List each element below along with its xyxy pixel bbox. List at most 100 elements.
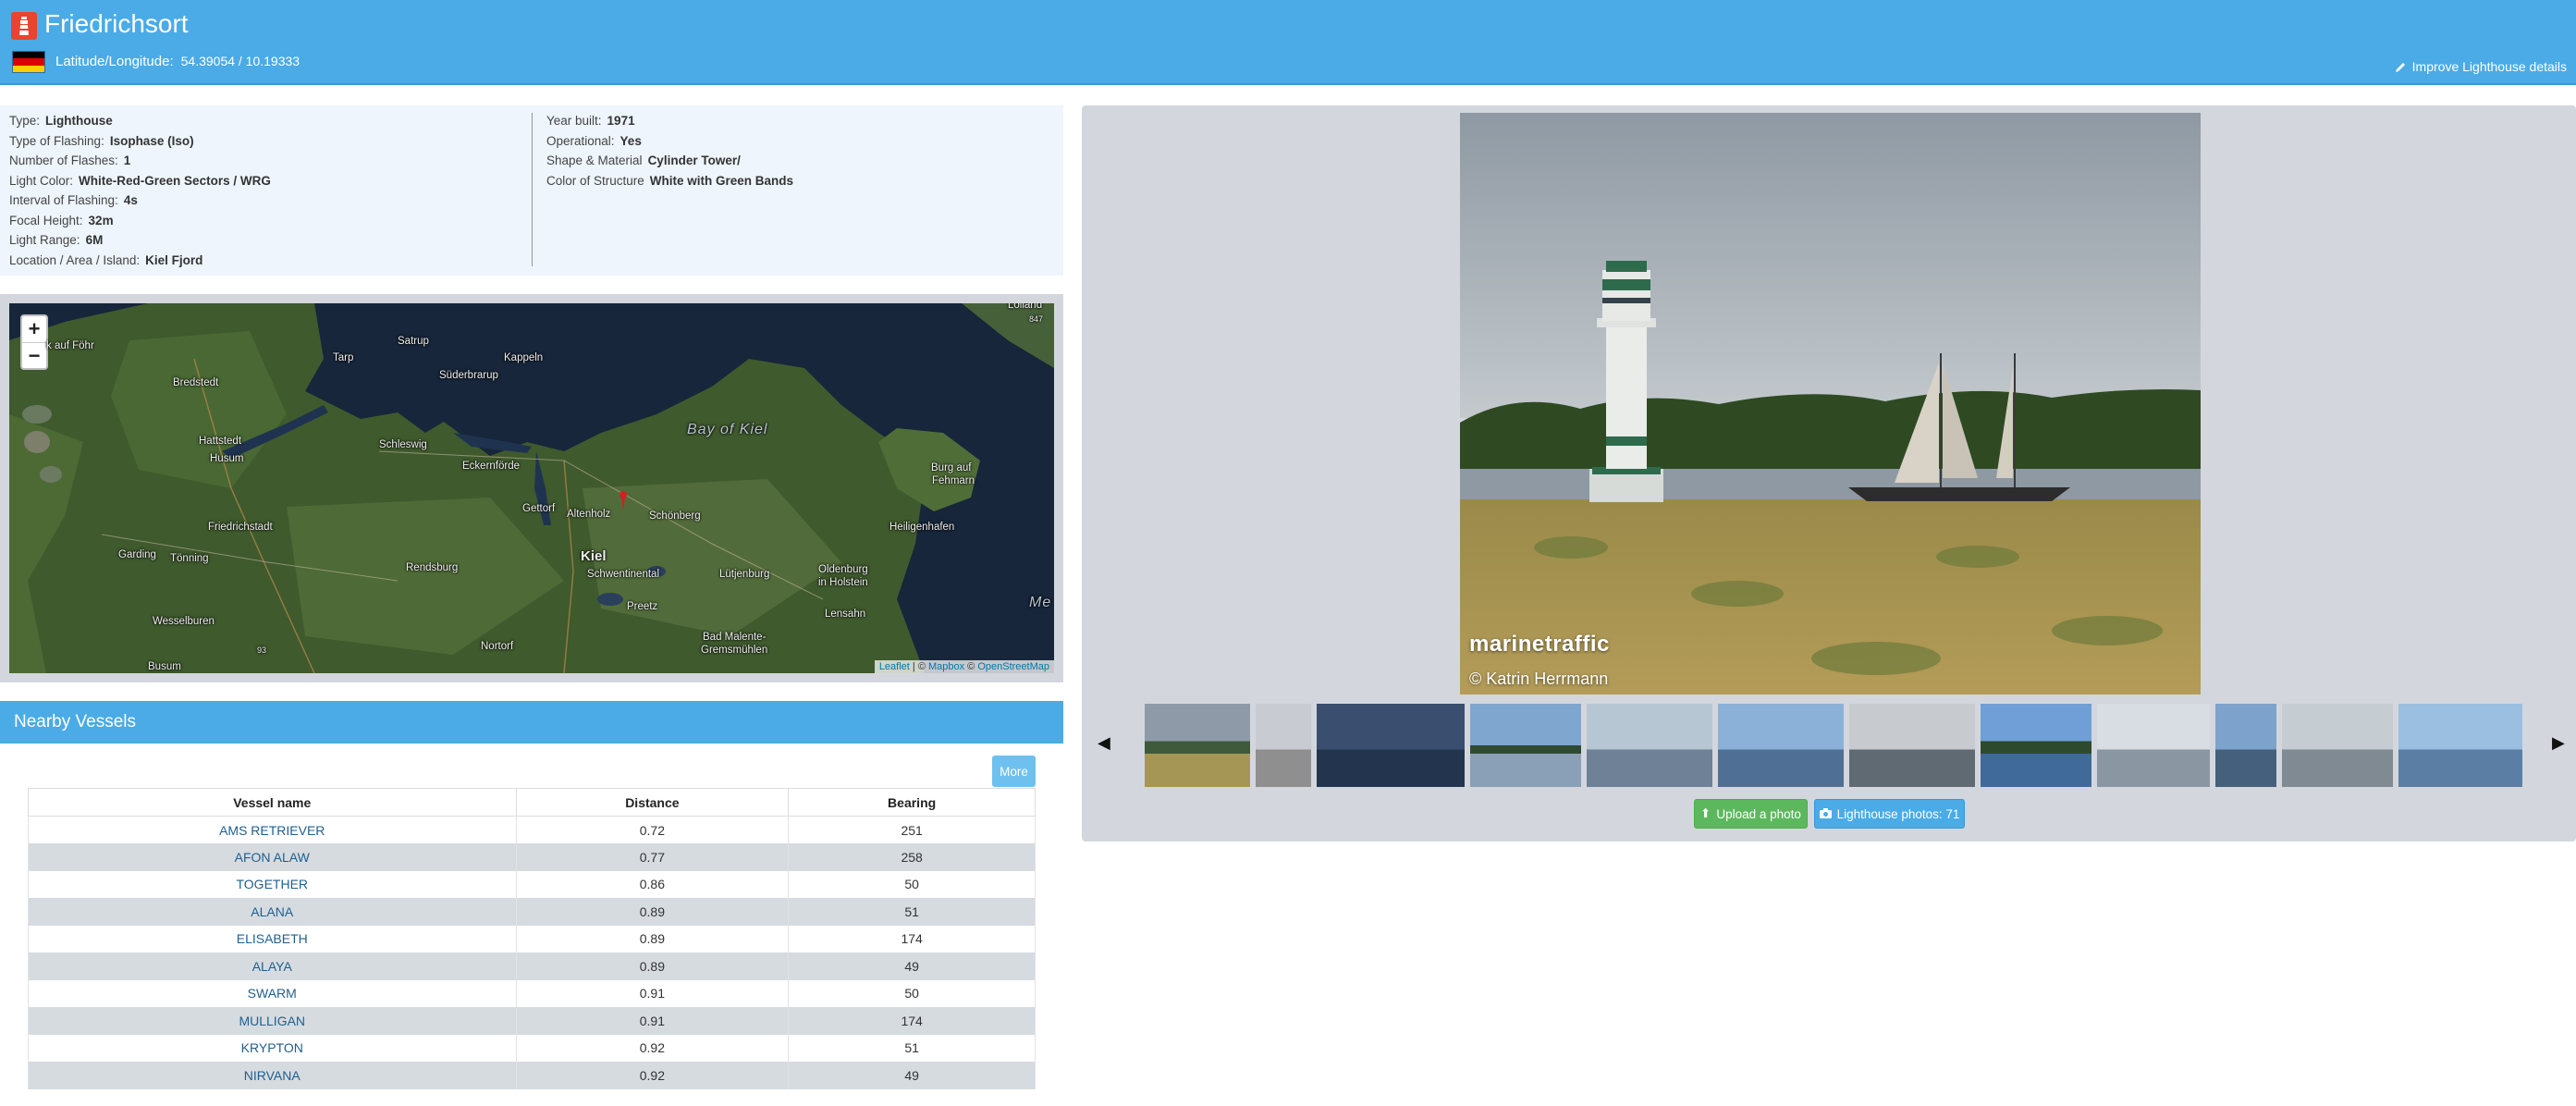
map-label: Schwentinental <box>587 569 659 580</box>
detail-row: Type of Flashing: Isophase (Iso) <box>9 133 194 148</box>
photo-thumbnail[interactable] <box>1849 704 1975 787</box>
map-label: Gremsmühlen <box>701 645 768 656</box>
nearby-vessels-title: Nearby Vessels <box>0 701 1063 743</box>
vessel-name-link[interactable]: ELISABETH <box>28 925 517 952</box>
satellite-map[interactable]: + − Lolland 847 k auf Föhr Tarp Satrup K… <box>9 303 1054 673</box>
lighthouse-photos-button[interactable]: Lighthouse photos: 71 <box>1814 799 1965 829</box>
photo-credit: © Katrin Herrmann <box>1469 670 1609 688</box>
table-row: NIRVANA 0.92 49 <box>28 1062 1036 1089</box>
vessel-name-link[interactable]: SWARM <box>28 979 517 1007</box>
map-label: Süderbrarup <box>439 370 498 381</box>
vessel-name-link[interactable]: AMS RETRIEVER <box>28 816 517 843</box>
details-left-column: Type: Lighthouse Type of Flashing: Isophas… <box>9 111 271 270</box>
map-label: Garding <box>118 549 156 560</box>
nearby-vessels-table: Vessel name Distance Bearing AMS RETRIEV… <box>28 788 1036 1089</box>
photo-thumbnail[interactable] <box>1256 704 1311 787</box>
table-row: SWARM 0.91 50 <box>28 979 1036 1007</box>
detail-row: Color of Structure White with Green Bands <box>546 173 794 188</box>
map-label: Burg auf <box>931 462 972 473</box>
table-row: AFON ALAW 0.77 258 <box>28 843 1036 871</box>
leaflet-link[interactable]: Leaflet <box>879 661 910 672</box>
map-label: in Holstein <box>818 577 868 588</box>
map-label: Satrup <box>398 336 429 347</box>
country-flag-icon <box>12 51 45 73</box>
photo-thumbnail[interactable] <box>2282 704 2393 787</box>
column-header: Bearing <box>788 788 1036 817</box>
improve-details-link[interactable]: Improve Lighthouse details <box>2395 59 2567 74</box>
openstreetmap-link[interactable]: OpenStreetMap <box>977 661 1049 672</box>
lighthouse-photos-label: Lighthouse photos: 71 <box>1836 806 1960 821</box>
map-label: Bay of Kiel <box>687 422 768 437</box>
table-row: KRYPTON 0.92 51 <box>28 1034 1036 1062</box>
detail-row: Shape & Material Cylinder Tower/ <box>546 154 741 167</box>
detail-row: Focal Height: 32m <box>9 213 114 227</box>
detail-row: Interval of Flashing: 4s <box>9 193 138 207</box>
map-label: Heiligenhafen <box>889 522 955 533</box>
detail-row: Year built: 1971 <box>546 114 635 128</box>
map-label: Preetz <box>627 601 658 612</box>
zoom-control: + − <box>20 314 48 370</box>
map-label: Hattstedt <box>199 436 242 447</box>
map-label: Wesselburen <box>153 616 215 627</box>
zoom-out-button[interactable]: − <box>22 342 46 368</box>
map-label: Bredstedt <box>173 377 219 388</box>
map-attribution: Leaflet | © Mapbox © OpenStreetMap <box>874 660 1054 673</box>
vessel-name-link[interactable]: NIRVANA <box>28 1062 517 1089</box>
mapbox-link[interactable]: Mapbox <box>928 661 964 672</box>
table-row: ALAYA 0.89 49 <box>28 952 1036 980</box>
map-label: Friedrichstadt <box>208 522 273 533</box>
map-label: Schönberg <box>649 510 701 522</box>
main-photo[interactable]: marinetraffic © Katrin Herrmann <box>1460 113 2201 694</box>
map-label: Tönning <box>170 553 209 564</box>
detail-row: Light Range: 6M <box>9 233 104 247</box>
table-row: TOGETHER 0.86 50 <box>28 870 1036 898</box>
table-row: ELISABETH 0.89 174 <box>28 925 1036 952</box>
upload-photo-label: Upload a photo <box>1716 806 1801 821</box>
vessel-name-link[interactable]: TOGETHER <box>28 870 517 898</box>
map-label: 847 <box>1029 314 1044 324</box>
map-label: Kiel <box>581 548 607 564</box>
map-label: Tarp <box>333 352 354 363</box>
detail-row: Location / Area / Island: Kiel Fjord <box>9 252 203 267</box>
upload-photo-button[interactable]: ⬆ Upload a photo <box>1694 799 1808 829</box>
map-label: k auf Föhr <box>46 340 94 351</box>
vessel-name-link[interactable]: ALANA <box>28 898 517 926</box>
map-label: Gettorf <box>522 503 556 514</box>
lat-lon-value: 54.39054 / 10.19333 <box>180 54 301 68</box>
map-label: Eckernförde <box>462 461 521 472</box>
caret-right-icon[interactable]: ▶ <box>2552 733 2565 753</box>
photo-thumbnail[interactable] <box>2398 704 2522 787</box>
table-row: ALANA 0.89 51 <box>28 898 1036 926</box>
lighthouse-logo-icon <box>11 12 37 40</box>
map-label: Altenholz <box>567 509 611 520</box>
photo-thumbnail[interactable] <box>1317 704 1465 787</box>
map-label: Busum <box>148 661 181 672</box>
map-label: Husum <box>210 453 244 464</box>
vessel-name-link[interactable]: ALAYA <box>28 952 517 980</box>
caret-left-icon[interactable]: ◀ <box>1098 733 1110 753</box>
photo-thumbnail[interactable] <box>1981 704 2091 787</box>
column-header: Distance <box>515 788 790 817</box>
vessel-name-link[interactable]: AFON ALAW <box>28 843 517 871</box>
photo-thumbnail[interactable] <box>2215 704 2276 787</box>
detail-row: Light Color: White-Red-Green Sectors / WR… <box>9 173 271 188</box>
vessel-name-link[interactable]: MULLIGAN <box>28 1007 517 1035</box>
map-panel: + − Lolland 847 k auf Föhr Tarp Satrup K… <box>0 294 1063 682</box>
detail-row: Operational: Yes <box>546 133 642 148</box>
photo-thumbnail[interactable] <box>1145 704 1250 787</box>
map-label: Oldenburg <box>818 564 868 575</box>
more-button[interactable]: More <box>992 756 1036 787</box>
photo-thumbnail[interactable] <box>1587 704 1712 787</box>
photo-thumbnail[interactable] <box>2097 704 2210 787</box>
detail-row: Type: Lighthouse <box>9 114 113 128</box>
map-label: Fehmarn <box>932 475 975 486</box>
column-header: Vessel name <box>28 788 517 817</box>
map-label: Me <box>1029 595 1052 610</box>
map-label: Kappeln <box>504 352 544 363</box>
details-divider <box>532 113 533 266</box>
vessel-name-link[interactable]: KRYPTON <box>28 1034 517 1062</box>
photo-thumbnail[interactable] <box>1718 704 1844 787</box>
photo-thumbnail[interactable] <box>1470 704 1581 787</box>
zoom-in-button[interactable]: + <box>22 316 46 342</box>
lat-lon-label: Latitude/Longitude: <box>55 54 174 69</box>
